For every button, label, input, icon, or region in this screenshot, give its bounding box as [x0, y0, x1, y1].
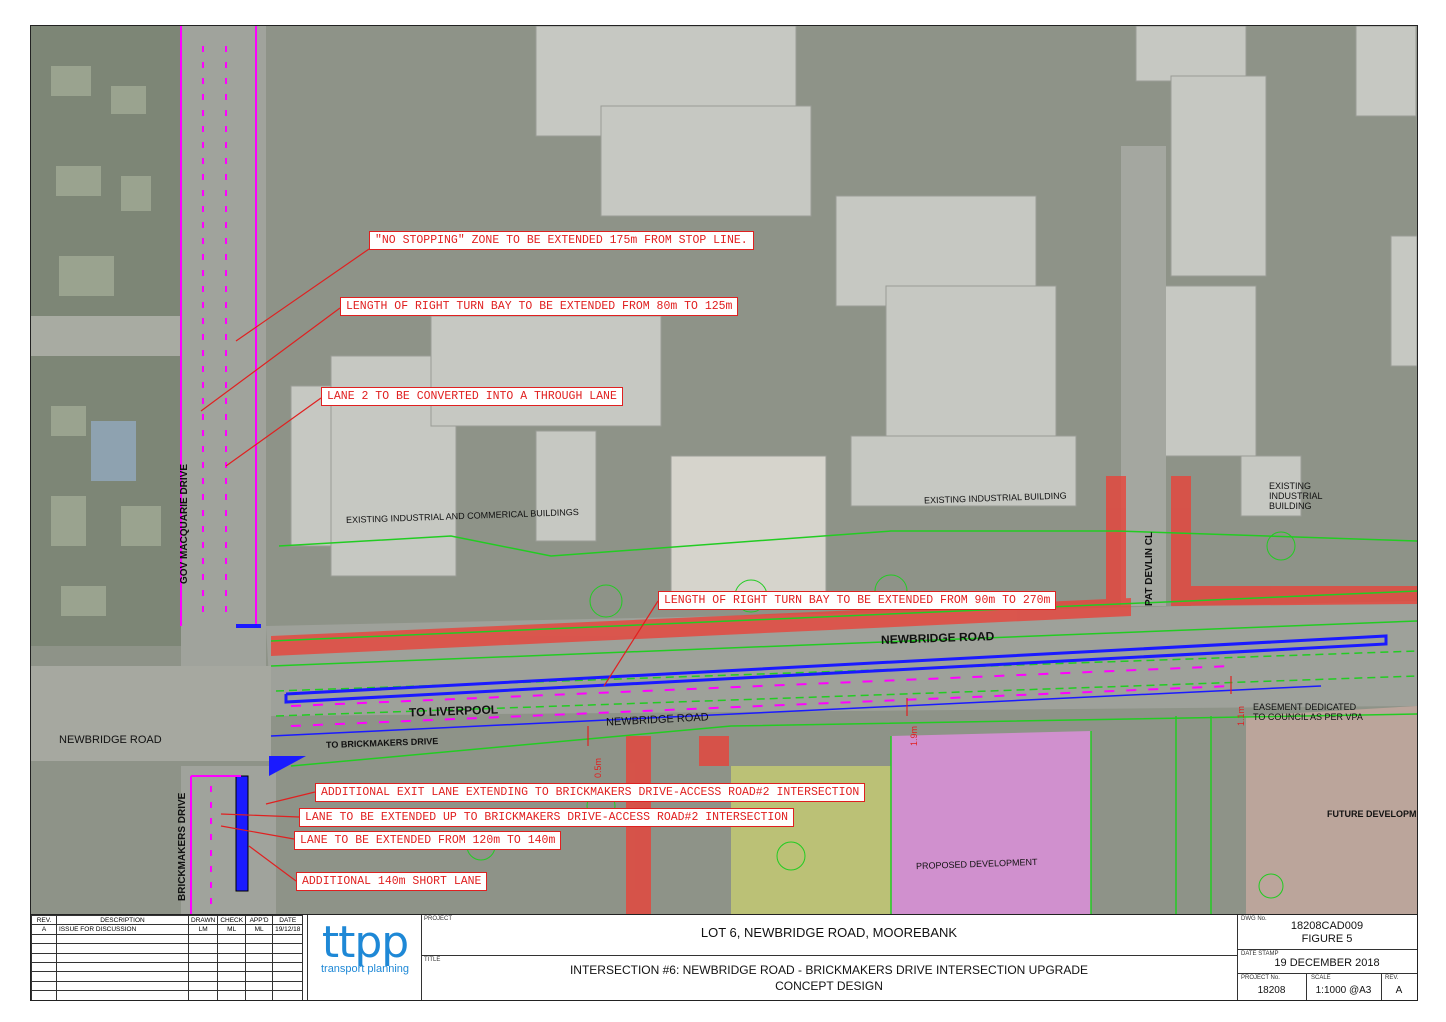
- project-no: 18208: [1257, 985, 1286, 996]
- title-block: REV. DESCRIPTION DRAWN CHECK APP'D DATE …: [31, 914, 1417, 1000]
- date-stamp: 19 DECEMBER 2018: [1274, 957, 1380, 969]
- rev-cell: A: [31, 924, 57, 935]
- description-cell: ISSUE FOR DISCUSSION: [56, 924, 189, 935]
- scale-label: SCALE: [1311, 975, 1331, 981]
- revision-row: A ISSUE FOR DISCUSSION LM ML ML 19/12/18: [31, 924, 304, 935]
- callout-lane-120-140: LANE TO BE EXTENDED FROM 120m TO 140m: [294, 831, 562, 850]
- date-header: DATE: [272, 914, 304, 926]
- dwg-number: 18208CAD009: [1290, 920, 1364, 932]
- callout-right-turn-80-125: LENGTH OF RIGHT TURN BAY TO BE EXTENDED …: [340, 297, 739, 316]
- figure-number: FIGURE 5: [1301, 933, 1353, 945]
- logo-subtitle: transport planning: [320, 963, 410, 975]
- drawn-header: DRAWN: [187, 914, 219, 926]
- description-header: DESCRIPTION: [56, 914, 189, 926]
- title-line1: INTERSECTION #6: NEWBRIDGE ROAD - BRICKM…: [569, 963, 1089, 977]
- title-divider: [421, 955, 1237, 956]
- label-gov-macquarie: GOV MACQUARIE DRIVE: [179, 463, 190, 584]
- logo-divider: [307, 915, 308, 1000]
- dimension-19: 1.9m: [909, 725, 919, 746]
- drawing-sheet: "NO STOPPING" ZONE TO BE EXTENDED 175m F…: [30, 25, 1418, 1001]
- label-brickmakers: BRICKMAKERS DRIVE: [177, 792, 188, 901]
- scale-value: 1:1000 @A3: [1315, 985, 1372, 996]
- callout-right-turn-90-270: LENGTH OF RIGHT TURN BAY TO BE EXTENDED …: [658, 591, 1057, 610]
- date-divider: [1237, 949, 1417, 950]
- dimension-11: 1.1m: [1236, 705, 1246, 726]
- logo-text: ttpp: [321, 917, 409, 968]
- callout-short-lane-140: ADDITIONAL 140m SHORT LANE: [296, 872, 488, 891]
- logo: ttpp transport planning: [313, 917, 417, 975]
- dimension-05: 0.5m: [593, 757, 603, 778]
- project-label: PROJECT: [424, 916, 453, 922]
- check-header: CHECK: [217, 914, 247, 926]
- date-cell: 19/12/18: [272, 924, 304, 935]
- project-no-label: PROJECT No.: [1241, 975, 1280, 981]
- label-future-development: FUTURE DEVELOPMENT: [1327, 809, 1417, 819]
- revision-header-row: REV. DESCRIPTION DRAWN CHECK APP'D DATE: [31, 914, 304, 926]
- bottom-divider: [1237, 973, 1417, 974]
- rev-label: REV.: [1385, 975, 1399, 981]
- check-cell: ML: [217, 924, 247, 935]
- label-pat-devlin: PAT DEVLIN CL: [1144, 531, 1155, 606]
- appd-header: APP'D: [245, 914, 274, 926]
- callout-additional-exit-lane: ADDITIONAL EXIT LANE EXTENDING TO BRICKM…: [315, 783, 866, 802]
- label-existing-industrial-building-right: EXISTING INDUSTRIAL BUILDING: [1269, 481, 1323, 511]
- label-easement: EASEMENT DEDICATED TO COUNCIL AS PER VPA: [1253, 702, 1363, 722]
- label-newbridge-road-left: NEWBRIDGE ROAD: [59, 734, 162, 746]
- callout-lane2-through: LANE 2 TO BE CONVERTED INTO A THROUGH LA…: [321, 387, 623, 406]
- aerial-plan: [31, 26, 1417, 914]
- appd-cell: ML: [245, 924, 274, 935]
- project-name: LOT 6, NEWBRIDGE ROAD, MOOREBANK: [700, 925, 958, 940]
- callout-lane-extended-access: LANE TO BE EXTENDED UP TO BRICKMAKERS DR…: [299, 808, 795, 827]
- revision-table: REV. DESCRIPTION DRAWN CHECK APP'D DATE …: [31, 914, 304, 1000]
- rev-header: REV.: [31, 914, 57, 926]
- title-line2: CONCEPT DESIGN: [775, 979, 883, 993]
- callout-no-stopping: "NO STOPPING" ZONE TO BE EXTENDED 175m F…: [369, 231, 754, 250]
- rev-value: A: [1395, 985, 1403, 996]
- drawn-cell: LM: [187, 924, 219, 935]
